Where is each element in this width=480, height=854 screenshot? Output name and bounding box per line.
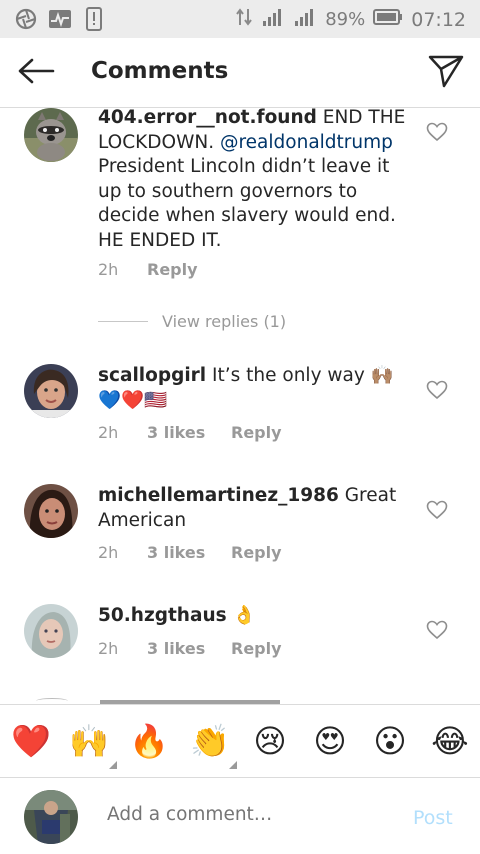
emoji-clap-button[interactable]: 👏 [190,721,230,761]
paper-plane-icon [428,54,464,92]
comment-text: 404.error__not.found END THE LOCKDOWN. @… [98,108,410,253]
emoji-fire-button[interactable]: 🔥 [129,721,169,761]
signal-icon-2 [293,7,317,32]
comment-body-cont: President Lincoln didn’t leave it up to … [98,156,396,251]
comment-input[interactable] [107,804,387,825]
comment-input-bar: Post [0,778,480,854]
data-arrows-icon [235,7,253,32]
comment-time: 2h [98,639,119,658]
avatar[interactable] [24,108,78,162]
avatar[interactable] [24,484,78,538]
likes-count[interactable]: 3 likes [147,423,231,442]
comments-list[interactable]: 404.error__not.found END THE LOCKDOWN. @… [0,108,480,704]
aperture-icon [14,7,38,31]
battery-percent: 89% [325,9,366,30]
avatar[interactable] [24,604,78,658]
comment-item: michellemartinez_1986 Great American 2h … [0,484,480,594]
like-button[interactable] [426,122,448,142]
comment-body: 👌 [226,605,256,626]
comment-time: 2h [98,260,119,279]
pulse-icon [48,7,72,31]
status-right: 89% 07:12 [235,7,466,32]
heart-outline-icon [426,500,448,520]
comment-item: 50.hzgthaus 👌 2h 3 likes Reply [0,604,480,694]
heart-outline-icon [426,620,448,640]
heart-outline-icon [426,122,448,142]
view-replies-divider [98,321,148,322]
clock: 07:12 [411,8,466,31]
comment-item: 404.error__not.found END THE LOCKDOWN. @… [0,108,480,348]
view-replies-label: View replies (1) [162,312,287,331]
share-button[interactable] [426,53,466,93]
like-button[interactable] [426,620,448,640]
emoji-heart-eyes-button[interactable]: 😍 [310,721,350,761]
reply-button[interactable]: Reply [231,543,282,562]
top-app-bar: Comments [0,38,480,108]
comment-item: scallopgirl It’s the only way 🙌🏽💙❤️🇺🇸 2h… [0,364,480,474]
view-replies-button[interactable]: View replies (1) [98,312,286,331]
comment-text: scallopgirl It’s the only way 🙌🏽💙❤️🇺🇸 [98,364,410,413]
comment-meta: 2h 3 likes Reply [98,639,282,658]
emoji-raising-hands-button[interactable]: 🙌 [69,721,109,761]
avatar[interactable] [24,364,78,418]
emoji-crying-button[interactable]: 😢 [250,721,290,761]
signal-icon-1 [261,7,285,32]
arrow-left-icon [17,57,55,89]
reply-button[interactable]: Reply [231,423,282,442]
emoji-laughing-button[interactable]: 😂 [430,721,470,761]
emoji-surprised-button[interactable]: 😮 [370,721,410,761]
phone-alert-icon [82,7,106,31]
reply-button[interactable]: Reply [147,260,198,279]
reply-button[interactable]: Reply [231,639,282,658]
comment-text: michellemartinez_1986 Great American [98,484,410,533]
comment-username[interactable]: michellemartinez_1986 [98,485,339,506]
skin-tone-indicator [109,761,117,769]
emoji-bar: ❤️ 🙌 🔥 👏 😢 😍 😮 😂 [0,704,480,778]
mention-link[interactable]: @realdonaldtrump [220,132,393,153]
skin-tone-indicator [229,761,237,769]
comment-text: 50.hzgthaus 👌 [98,604,410,629]
heart-outline-icon [426,380,448,400]
likes-count[interactable]: 3 likes [147,639,231,658]
comment-meta: 2h 3 likes Reply [98,423,282,442]
comment-time: 2h [98,543,119,562]
battery-icon [373,8,403,31]
back-button[interactable] [14,54,58,92]
comment-username[interactable]: scallopgirl [98,365,206,386]
comment-username[interactable]: 404.error__not.found [98,108,317,128]
comment-username[interactable]: 50.hzgthaus [98,605,227,626]
comment-meta: 2h 3 likes Reply [98,543,282,562]
my-avatar [24,790,78,844]
likes-count[interactable]: 3 likes [147,543,231,562]
status-left-icons [14,7,106,31]
status-bar: 89% 07:12 [0,0,480,38]
comment-time: 2h [98,423,119,442]
like-button[interactable] [426,380,448,400]
emoji-heart-button[interactable]: ❤️ [11,721,51,761]
comment-meta: 2h Reply [98,260,198,279]
post-button[interactable]: Post [413,807,453,829]
like-button[interactable] [426,500,448,520]
page-title: Comments [91,58,229,84]
